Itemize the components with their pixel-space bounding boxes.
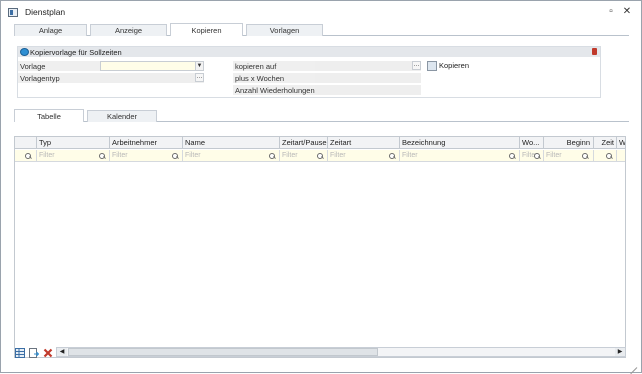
horizontal-scrollbar[interactable]: ◀ ▶ [56, 347, 626, 357]
group-title: Kopiervorlage für Sollzeiten [30, 48, 122, 57]
search-icon [172, 153, 178, 159]
column-header-select[interactable] [15, 137, 37, 149]
plus-wochen-field[interactable] [315, 73, 421, 84]
column-header-bezeichnung[interactable]: Bezeichnung [400, 137, 520, 149]
copy-template-group: Kopiervorlage für Sollzeiten Vorlage ▼ V… [17, 46, 601, 98]
search-icon [389, 153, 395, 159]
search-icon [582, 153, 588, 159]
title-bar: Dienstplan ▫ ✕ [1, 1, 641, 23]
wiederholungen-field[interactable] [315, 85, 421, 96]
grid-header: Typ Arbeitnehmer Name Zeitart/Pause Zeit… [15, 137, 625, 149]
resize-grip-icon[interactable] [628, 359, 637, 368]
group-header: Kopiervorlage für Sollzeiten [18, 47, 600, 57]
copy-panel: Kopiervorlage für Sollzeiten Vorlage ▼ V… [14, 36, 629, 99]
data-grid: Typ Arbeitnehmer Name Zeitart/Pause Zeit… [14, 136, 626, 358]
app-icon [8, 8, 18, 17]
vorlage-cell: ▼ [100, 61, 204, 72]
search-icon [269, 153, 275, 159]
column-header-arbeitnehmer[interactable]: Arbeitnehmer [110, 137, 183, 149]
column-header-w[interactable]: W [617, 137, 625, 149]
filter-placeholder: Filter [546, 152, 562, 159]
copy-button-label: Kopieren [439, 61, 470, 70]
scroll-left-icon[interactable]: ◀ [57, 348, 67, 356]
vorlage-select[interactable]: ▼ [100, 61, 204, 71]
tab-vorlagen[interactable]: Vorlagen [246, 24, 323, 36]
export-icon[interactable] [29, 348, 40, 358]
sub-tab-strip: Tabelle Kalender [14, 109, 629, 122]
filter-placeholder: Filter [39, 152, 55, 159]
column-header-zeit[interactable]: Zeit [594, 137, 617, 149]
column-header-zeitart[interactable]: Zeitart [328, 137, 400, 149]
copy-button[interactable]: Kopieren [427, 59, 469, 73]
tab-anlage[interactable]: Anlage [14, 24, 87, 36]
tab-tabelle[interactable]: Tabelle [14, 109, 84, 122]
lookup-button[interactable]: … [195, 73, 204, 82]
tab-kalender[interactable]: Kalender [87, 110, 157, 122]
kopieren-auf-label: kopieren auf [233, 61, 315, 72]
scroll-right-icon[interactable]: ▶ [615, 348, 625, 356]
tab-kopieren[interactable]: Kopieren [170, 23, 243, 36]
filter-cell-name[interactable]: Filter [183, 150, 280, 162]
column-header-beginn[interactable]: Beginn [544, 137, 594, 149]
search-icon [534, 153, 540, 159]
filter-cell-zeitart[interactable]: Filter [328, 150, 400, 162]
filter-cell-select[interactable] [15, 150, 37, 162]
filter-placeholder: Filter [282, 152, 298, 159]
filter-placeholder: Filter [330, 152, 346, 159]
vorlagentyp-field[interactable]: … [100, 73, 204, 84]
window: Dienstplan ▫ ✕ Anlage Anzeige Kopieren V… [0, 0, 642, 373]
filter-cell-arbeitnehmer[interactable]: Filter [110, 150, 183, 162]
filter-cell-beginn[interactable]: Filter [544, 150, 594, 162]
plus-wochen-label: plus x Wochen [233, 73, 315, 84]
search-icon [317, 153, 323, 159]
column-header-zeitart-pause[interactable]: Zeitart/Pause [280, 137, 328, 149]
pin-icon[interactable] [592, 48, 597, 55]
vorlagentyp-label: Vorlagentyp [18, 73, 100, 84]
column-header-wo[interactable]: Wo... [520, 137, 544, 149]
filter-cell-w[interactable] [617, 150, 625, 162]
delete-icon[interactable] [43, 348, 53, 358]
maximize-button[interactable]: ▫ [604, 5, 618, 19]
filter-cell-zeitart-pause[interactable]: Filter [280, 150, 328, 162]
wiederholungen-label: Anzahl Wiederholungen [233, 85, 315, 96]
tab-anzeige[interactable]: Anzeige [90, 24, 167, 36]
search-icon [25, 153, 31, 159]
search-icon [509, 153, 515, 159]
copy-icon [427, 61, 437, 71]
kopieren-auf-field[interactable]: … [315, 61, 421, 72]
grid-config-icon[interactable] [15, 348, 25, 358]
filter-placeholder: Filter [112, 152, 128, 159]
filter-cell-bezeichnung[interactable]: Filter [400, 150, 520, 162]
search-icon [606, 153, 612, 159]
filter-cell-zeit[interactable] [594, 150, 617, 162]
filter-placeholder: Filter [185, 152, 201, 159]
close-button[interactable]: ✕ [620, 5, 634, 19]
vorlage-label: Vorlage [18, 61, 100, 72]
column-header-name[interactable]: Name [183, 137, 280, 149]
filter-cell-typ[interactable]: Filter [37, 150, 110, 162]
filter-placeholder: Filter [402, 152, 418, 159]
filter-row: Filter Filter Filter Filter Filter Filte… [15, 150, 625, 162]
globe-icon [20, 48, 29, 56]
main-tab-strip: Anlage Anzeige Kopieren Vorlagen [14, 23, 629, 36]
column-header-typ[interactable]: Typ [37, 137, 110, 149]
chevron-down-icon[interactable]: ▼ [195, 62, 203, 70]
date-picker-button[interactable]: … [412, 61, 421, 70]
window-title: Dienstplan [25, 7, 66, 17]
filter-cell-wo[interactable]: Filter [520, 150, 544, 162]
scroll-thumb[interactable] [68, 348, 378, 356]
search-icon [99, 153, 105, 159]
